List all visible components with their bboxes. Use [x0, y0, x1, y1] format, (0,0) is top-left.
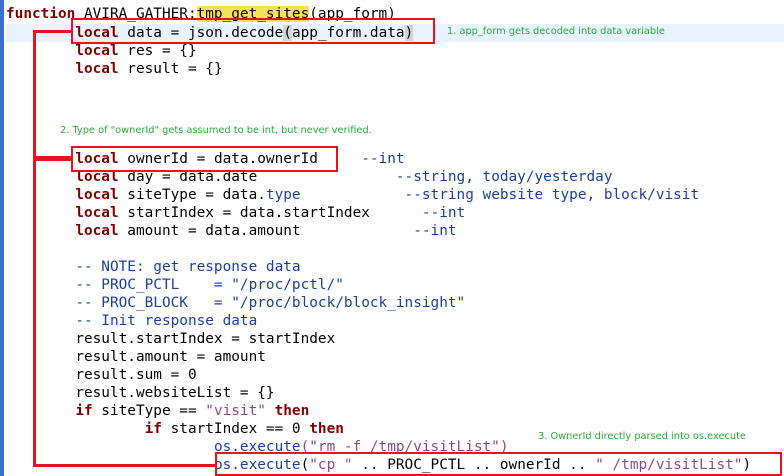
- code-line-9[interactable]: local amount = data.amount --int: [6, 222, 456, 240]
- code-line-10[interactable]: -- NOTE: get response data: [6, 258, 300, 276]
- code-line-17[interactable]: result.websiteList = {}: [6, 384, 274, 402]
- keyword: function: [6, 6, 76, 22]
- connector-line: [33, 464, 217, 467]
- annotation-note-3: 3. OwnerId directly parsed into os.execu…: [538, 431, 746, 442]
- code-line-15[interactable]: result.amount = amount: [6, 348, 266, 366]
- annotation-box-execute: [215, 452, 782, 476]
- code-line-8[interactable]: local startIndex = data.startIndex --int: [6, 204, 465, 222]
- code-line-14[interactable]: result.startIndex = startIndex: [6, 330, 335, 348]
- code-line-11[interactable]: -- PROC_PCTL = "/proc/pctl/": [6, 276, 344, 294]
- code-editor[interactable]: function AVIRA_GATHER:tmp_get_sites(app_…: [0, 0, 784, 476]
- code-line-7[interactable]: local siteType = data.type --string webs…: [6, 186, 699, 204]
- connector-line: [33, 30, 73, 33]
- connector-line: [33, 158, 73, 161]
- editor-gutter: [0, 0, 4, 476]
- code-line-13[interactable]: -- Init response data: [6, 312, 257, 330]
- connector-line: [33, 30, 36, 158]
- code-line-19[interactable]: if startIndex == 0 then: [6, 420, 344, 438]
- code-line-18[interactable]: if siteType == "visit" then: [6, 402, 309, 420]
- annotation-note-2: 2. Type of "ownerId" gets assumed to be …: [60, 125, 372, 136]
- code-line-4[interactable]: local result = {}: [6, 60, 222, 78]
- annotation-box-ownerid: [71, 146, 338, 172]
- annotation-note-1: 1. app_form gets decoded into data varia…: [447, 26, 665, 37]
- code-line-12[interactable]: -- PROC_BLOCK = "/proc/block/block_insig…: [6, 294, 465, 312]
- connector-line: [33, 158, 36, 466]
- annotation-box-decode: [71, 18, 435, 44]
